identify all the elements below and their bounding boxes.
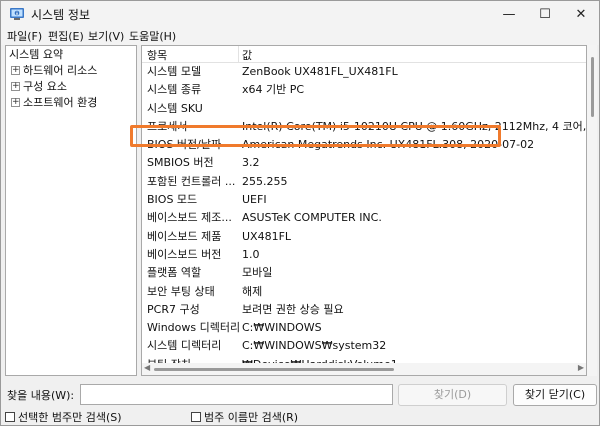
checkbox-icon (191, 412, 201, 422)
tree-item-hardware-resources[interactable]: + 하드웨어 리소스 (11, 63, 97, 79)
details-list: 항목 값 시스템 모델 ZenBook UX481FL_UX481FL 시스템 종류… (141, 45, 587, 376)
row-item: BIOS 모드 (147, 193, 198, 207)
row-item: PCR7 구성 (147, 302, 200, 316)
vertical-scrollbar[interactable] (587, 45, 597, 376)
scroll-right-icon[interactable]: ▶ (578, 363, 584, 372)
row-value: ZenBook UX481FL_UX481FL (242, 65, 398, 78)
row-value: C:₩WINDOWS₩system32 (242, 339, 387, 353)
table-row[interactable]: 베이스보드 버전 1.0 (142, 246, 586, 264)
row-item: 베이스보드 버전 (147, 247, 222, 261)
table-row[interactable]: 포함된 컨트롤러 ... 255.255 (142, 173, 586, 191)
system-information-icon (10, 8, 24, 20)
table-row[interactable]: 시스템 SKU (142, 100, 586, 118)
column-divider[interactable] (238, 46, 239, 62)
row-value: x64 기반 PC (242, 83, 305, 97)
vertical-scroll-thumb[interactable] (591, 57, 594, 117)
row-item: SMBIOS 버전 (147, 156, 214, 170)
row-value: 3.2 (242, 156, 260, 170)
list-header: 항목 값 (142, 46, 586, 63)
row-value: C:₩WINDOWS (242, 321, 322, 335)
tree-item-software-environment[interactable]: + 소프트웨어 환경 (11, 95, 97, 111)
checkbox-label: 범주 이름만 검색(R) (204, 411, 299, 424)
list-rows: 시스템 모델 ZenBook UX481FL_UX481FL 시스템 종류 x64 기… (142, 63, 586, 375)
table-row[interactable]: 플랫폼 역할 모바일 (142, 264, 586, 282)
row-value: 해제 (242, 284, 263, 298)
row-item: 포함된 컨트롤러 ... (147, 174, 236, 188)
bios-row-highlight (130, 125, 501, 147)
close-find-button[interactable]: 찾기 닫기(C) (513, 384, 597, 406)
table-row[interactable]: 시스템 모델 ZenBook UX481FL_UX481FL (142, 63, 586, 81)
menu-file[interactable]: 파일(F) (7, 28, 42, 44)
row-item: 보안 부팅 상태 (147, 284, 215, 298)
table-row[interactable]: Windows 디렉터리 C:₩WINDOWS (142, 319, 586, 337)
row-value: 모바일 (242, 266, 273, 280)
tree-item-components[interactable]: + 구성 요소 (11, 79, 67, 95)
row-item: Windows 디렉터리 (147, 321, 241, 335)
column-header-value[interactable]: 값 (242, 47, 252, 63)
tree-item-label: 구성 요소 (23, 80, 67, 93)
horizontal-scroll-thumb[interactable] (154, 368, 394, 371)
checkbox-icon (5, 412, 15, 422)
row-item: 시스템 모델 (147, 65, 202, 78)
tree-item-label: 소프트웨어 환경 (23, 96, 98, 109)
expand-icon[interactable]: + (11, 65, 20, 75)
menu-view[interactable]: 보기(V) (88, 28, 124, 44)
minimize-button[interactable]: — (491, 1, 527, 27)
row-item: 베이스보드 제품 (147, 229, 222, 243)
search-category-names-checkbox[interactable]: 범주 이름만 검색(R) (191, 409, 298, 425)
expand-icon[interactable]: + (11, 97, 20, 107)
table-row[interactable]: SMBIOS 버전 3.2 (142, 154, 586, 172)
title-bar: 시스템 정보 — ☐ ✕ (1, 1, 599, 27)
table-row[interactable]: 시스템 디렉터리 C:₩WINDOWS₩system32 (142, 337, 586, 355)
close-icon: ✕ (575, 6, 587, 22)
find-input[interactable] (80, 384, 393, 405)
search-selected-category-checkbox[interactable]: 선택한 범주만 검색(S) (5, 409, 122, 425)
row-item: 시스템 디렉터리 (147, 339, 222, 353)
row-value: 1.0 (242, 247, 260, 261)
table-row[interactable]: 베이스보드 제품 UX481FL (142, 228, 586, 246)
scroll-left-icon[interactable]: ◀ (144, 363, 150, 372)
maximize-icon: ☐ (539, 6, 551, 22)
window-title: 시스템 정보 (31, 8, 91, 22)
table-row[interactable]: 시스템 종류 x64 기반 PC (142, 81, 586, 99)
system-information-window: 시스템 정보 — ☐ ✕ 파일(F) 편집(E) 보기(V) 도움말(H) 시스… (0, 0, 600, 426)
table-row[interactable]: PCR7 구성 보려면 권한 상승 필요 (142, 301, 586, 319)
checkbox-label: 선택한 범주만 검색(S) (18, 411, 122, 424)
expand-icon[interactable]: + (11, 81, 20, 91)
row-item: 시스템 종류 (147, 83, 202, 97)
row-value: 보려면 권한 상승 필요 (242, 302, 344, 316)
row-value: 255.255 (242, 174, 288, 188)
row-item: 플랫폼 역할 (147, 266, 202, 280)
row-value: ASUSTeK COMPUTER INC. (242, 211, 382, 225)
menu-help[interactable]: 도움말(H) (129, 28, 176, 44)
find-label: 찾을 내용(W): (7, 389, 75, 402)
row-value: UEFI (242, 193, 267, 207)
row-item: 시스템 SKU (147, 101, 203, 115)
row-item: 베이스보드 제조... (147, 211, 232, 225)
category-tree: 시스템 요약 + 하드웨어 리소스 + 구성 요소 + 소프트웨어 환경 (5, 45, 137, 376)
table-row[interactable]: BIOS 모드 UEFI (142, 191, 586, 209)
menu-edit[interactable]: 편집(E) (48, 28, 84, 44)
table-row[interactable]: 베이스보드 제조... ASUSTeK COMPUTER INC. (142, 209, 586, 227)
tree-item-label: 하드웨어 리소스 (23, 64, 98, 77)
minimize-icon: — (502, 6, 516, 22)
tree-item-label: 시스템 요약 (9, 48, 64, 61)
find-button[interactable]: 찾기(D) (398, 384, 507, 406)
menu-bar: 파일(F) 편집(E) 보기(V) 도움말(H) (1, 27, 599, 45)
table-row[interactable]: 보안 부팅 상태 해제 (142, 283, 586, 301)
maximize-button[interactable]: ☐ (527, 1, 563, 27)
column-header-item[interactable]: 항목 (147, 47, 167, 63)
row-value: UX481FL (242, 229, 292, 243)
tree-item-system-summary[interactable]: 시스템 요약 (9, 47, 63, 63)
horizontal-scrollbar[interactable]: ◀ ▶ (142, 363, 586, 375)
close-button[interactable]: ✕ (563, 1, 599, 27)
